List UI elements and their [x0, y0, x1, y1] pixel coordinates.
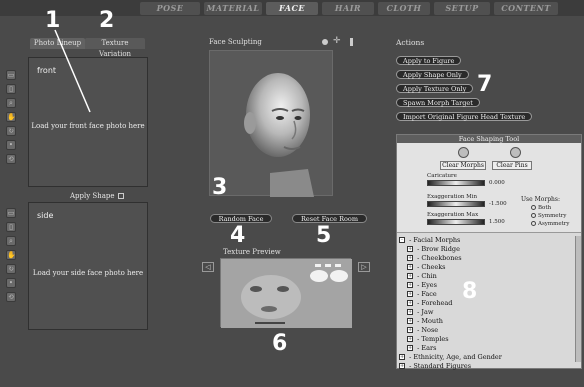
- callout-1-pointer: [54, 29, 91, 113]
